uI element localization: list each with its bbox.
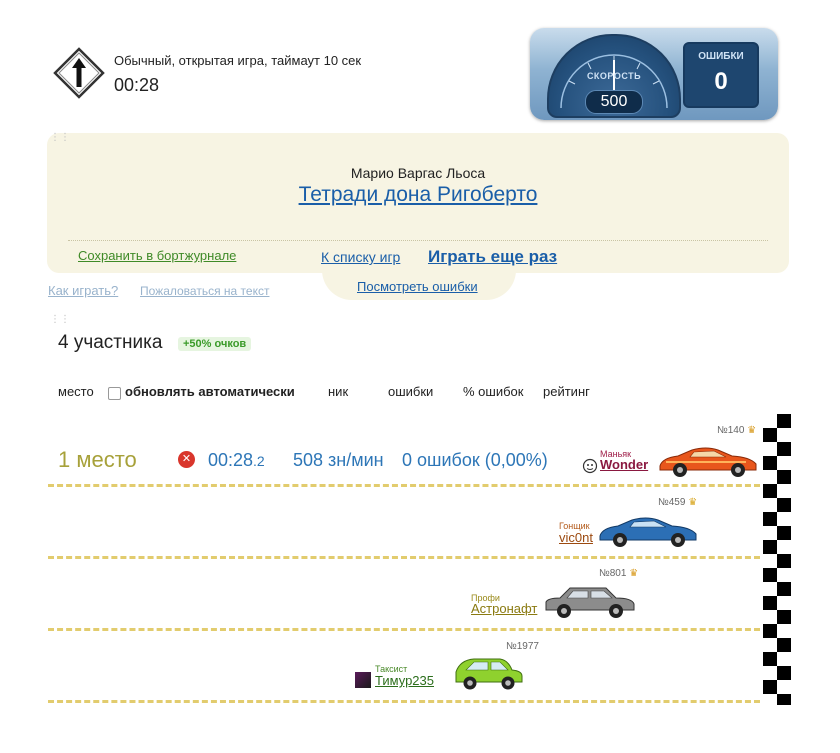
game-mode-icon [53, 47, 105, 99]
trophy-icon: ♛ [688, 497, 698, 508]
header-error-pct[interactable]: % ошибок [463, 384, 523, 399]
save-to-logbook-link[interactable]: Сохранить в бортжурнале [78, 248, 236, 263]
player-rank: №140 ♛ [717, 425, 757, 436]
participants-count: 4 участника [58, 332, 163, 353]
player-rank: №801 ♛ [599, 568, 639, 579]
result-speed: 508 зн/мин [293, 450, 384, 470]
result-errors: 0 ошибок (0,00%) [402, 450, 548, 470]
speed-value: 500 [585, 90, 643, 114]
auto-update-checkbox[interactable] [108, 387, 121, 400]
auto-update-label[interactable]: обновлять автоматически [125, 384, 295, 399]
player-nick[interactable]: Тимур235 [375, 673, 434, 688]
bonus-badge: +50% очков [178, 337, 252, 351]
close-icon[interactable]: ✕ [178, 451, 195, 468]
player-rank: №459 ♛ [658, 497, 698, 508]
book-title-link[interactable]: Тетради дона Ригоберто [47, 183, 789, 207]
header-errors[interactable]: ошибки [388, 384, 433, 399]
view-errors-link[interactable]: Посмотреть ошибки [357, 279, 478, 294]
green-hatchback-icon [452, 656, 526, 697]
blue-sports-car-icon [596, 514, 700, 553]
player-nick[interactable]: vic0nt [559, 530, 593, 545]
header-nick[interactable]: ник [328, 384, 348, 399]
speed-label: СКОРОСТЬ [586, 71, 642, 81]
track-lane-divider [48, 556, 760, 559]
drag-grip-icon: ⋮⋮ [50, 132, 70, 143]
track-lane-divider [48, 700, 760, 703]
play-again-link[interactable]: Играть еще раз [428, 247, 557, 267]
result-place: 1 место [58, 447, 137, 472]
game-mode-text: Обычный, открытая игра, таймаут 10 сек [114, 53, 362, 68]
errors-label: ОШИБКИ [698, 51, 744, 62]
book-author: Марио Варгас Льоса [350, 165, 486, 181]
game-list-link[interactable]: К списку игр [321, 249, 400, 265]
finish-line-flag [763, 414, 791, 705]
game-timer: 00:28 [114, 75, 160, 95]
header-place[interactable]: место [58, 384, 94, 399]
track-lane-divider [48, 628, 760, 631]
drag-grip-icon: ⋮⋮ [50, 314, 70, 325]
track-lane-divider [48, 484, 760, 487]
panel-divider [68, 240, 768, 241]
header-rating[interactable]: рейтинг [543, 384, 590, 399]
complain-link[interactable]: Пожаловаться на текст [140, 284, 269, 298]
orange-sports-car-icon [656, 444, 760, 483]
result-time: 00:28.2 [208, 450, 265, 470]
player-nick[interactable]: Астронафт [471, 601, 537, 616]
medal-icon: ♛ [629, 568, 639, 579]
errors-value: 0 [714, 68, 728, 95]
grey-sedan-icon [542, 584, 638, 625]
how-to-play-link[interactable]: Как играть? [48, 283, 118, 298]
avatar [355, 672, 371, 688]
player-rank: №1977 [506, 641, 539, 652]
medal-icon: ♛ [747, 425, 757, 436]
player-nick[interactable]: Wonder [600, 457, 648, 472]
avatar [582, 458, 598, 474]
